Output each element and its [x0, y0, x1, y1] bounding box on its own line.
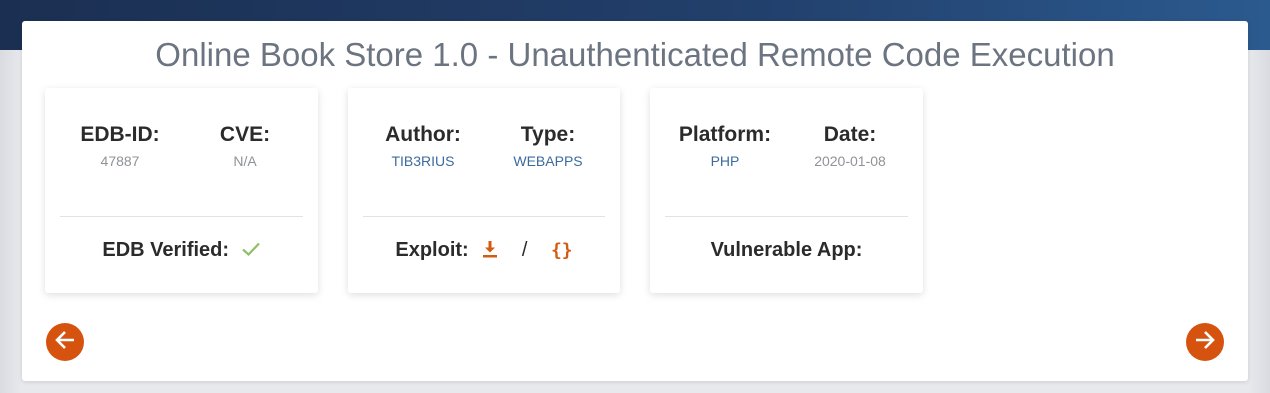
- type-column: Type: WEBAPPS: [488, 122, 608, 170]
- type-label: Type:: [520, 123, 576, 146]
- platform-column: Platform: PHP: [665, 122, 785, 170]
- date-label: Date:: [823, 123, 877, 146]
- edb-info-card: EDB-ID: 47887 CVE: N/A EDB Verified:: [45, 88, 318, 293]
- check-icon: [241, 239, 261, 261]
- date-value: 2020-01-08: [814, 153, 886, 169]
- arrow-right-icon: [1192, 327, 1218, 358]
- next-exploit-button[interactable]: [1186, 323, 1224, 361]
- exploit-row: Exploit: / {}: [348, 236, 620, 266]
- cve-value: N/A: [233, 153, 257, 169]
- vulnerable-app-row: Vulnerable App:: [650, 236, 923, 264]
- cve-column: CVE: N/A: [185, 122, 305, 170]
- cve-label: CVE:: [219, 123, 271, 146]
- edb-id-label: EDB-ID:: [80, 123, 160, 146]
- page-title: Online Book Store 1.0 - Unauthenticated …: [155, 36, 1115, 73]
- platform-label: Platform:: [678, 123, 772, 146]
- divider: [60, 216, 303, 217]
- separator: /: [521, 239, 528, 261]
- type-link[interactable]: WEBAPPS: [488, 152, 608, 170]
- author-info-card: Author: TIB3RIUS Type: WEBAPPS Exploit: …: [348, 88, 620, 293]
- exploit-label: Exploit:: [395, 239, 469, 261]
- download-icon[interactable]: [482, 238, 498, 266]
- edb-verified-label: EDB Verified:: [102, 239, 230, 261]
- arrow-left-icon: [52, 327, 78, 358]
- edb-id-value: 47887: [100, 153, 140, 169]
- edb-verified-row: EDB Verified:: [45, 236, 318, 264]
- author-link[interactable]: TIB3RIUS: [363, 152, 483, 170]
- previous-exploit-button[interactable]: [46, 323, 84, 361]
- author-column: Author: TIB3RIUS: [363, 122, 483, 170]
- left-shade: [0, 50, 22, 393]
- platform-link[interactable]: PHP: [665, 152, 785, 170]
- edb-id-column: EDB-ID: 47887: [60, 122, 180, 170]
- author-label: Author:: [385, 123, 461, 146]
- divider: [665, 216, 908, 217]
- raw-code-icon[interactable]: {}: [551, 240, 573, 261]
- divider: [363, 216, 605, 217]
- exploit-details-card: Online Book Store 1.0 - Unauthenticated …: [22, 21, 1248, 381]
- date-column: Date: 2020-01-08: [790, 122, 910, 170]
- platform-info-card: Platform: PHP Date: 2020-01-08 Vulnerabl…: [650, 88, 923, 293]
- right-shade: [1248, 50, 1270, 393]
- vulnerable-app-label: Vulnerable App:: [710, 239, 863, 261]
